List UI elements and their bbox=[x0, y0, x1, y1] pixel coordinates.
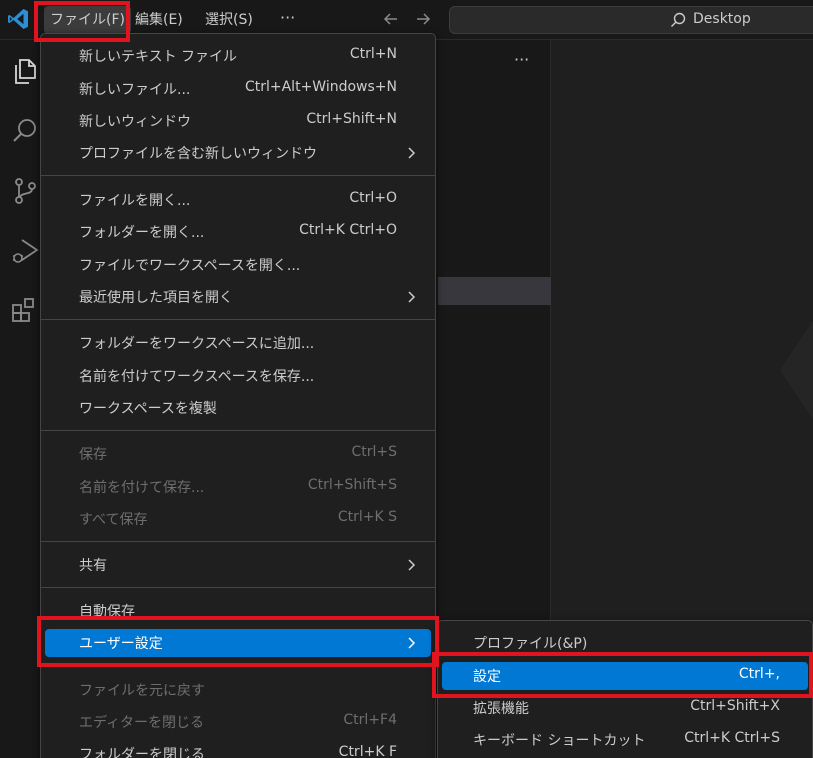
menu-item-open-file[interactable]: ファイルを開く... Ctrl+O bbox=[45, 186, 431, 214]
shortcut-label: Ctrl+K S bbox=[337, 509, 397, 525]
vscode-watermark-icon bbox=[780, 320, 813, 420]
menu-item-new-text-file[interactable]: 新しいテキスト ファイル Ctrl+N bbox=[45, 42, 431, 70]
menu-item-new-window-with-profile[interactable]: プロファイルを含む新しいウィンドウ bbox=[45, 139, 431, 167]
submenu-item-extensions[interactable]: 拡張機能 Ctrl+Shift+X bbox=[442, 694, 808, 722]
menu-item-save[interactable]: 保存 Ctrl+S bbox=[45, 440, 431, 468]
arrow-left-icon[interactable] bbox=[381, 9, 401, 29]
command-center-search[interactable]: Desktop bbox=[449, 6, 813, 34]
search-view-icon[interactable] bbox=[10, 116, 40, 146]
vscode-logo-icon bbox=[8, 9, 28, 29]
shortcut-label: Ctrl+K Ctrl+S bbox=[684, 730, 780, 746]
menu-item-close-editor[interactable]: エディターを閉じる Ctrl+F4 bbox=[45, 708, 431, 736]
menu-item-duplicate-workspace[interactable]: ワークスペースを複製 bbox=[45, 394, 431, 422]
source-control-icon[interactable] bbox=[10, 176, 40, 206]
menu-item-add-folder-to-workspace[interactable]: フォルダーをワークスペースに追加... bbox=[45, 329, 431, 357]
arrow-right-icon[interactable] bbox=[413, 9, 433, 29]
menu-item-open-recent[interactable]: 最近使用した項目を開く bbox=[45, 283, 431, 311]
sidebar-hover-row bbox=[438, 277, 551, 305]
highlight-box-preferences bbox=[37, 616, 439, 667]
menu-item-save-workspace-as[interactable]: 名前を付けてワークスペースを保存... bbox=[45, 362, 431, 390]
menu-item-new-file[interactable]: 新しいファイル... Ctrl+Alt+Windows+N bbox=[45, 75, 431, 103]
menu-item-new-window[interactable]: 新しいウィンドウ Ctrl+Shift+N bbox=[45, 107, 431, 135]
shortcut-label: Ctrl+K Ctrl+O bbox=[299, 222, 397, 238]
run-debug-icon[interactable] bbox=[10, 236, 40, 266]
menu-selection[interactable]: 選択(S) bbox=[199, 6, 259, 34]
menu-item-share[interactable]: 共有 bbox=[45, 551, 431, 579]
chevron-right-icon bbox=[408, 559, 416, 571]
menu-item-open-folder[interactable]: フォルダーを開く... Ctrl+K Ctrl+O bbox=[45, 218, 431, 246]
menu-item-save-as[interactable]: 名前を付けて保存... Ctrl+Shift+S bbox=[45, 473, 431, 501]
extensions-icon[interactable] bbox=[10, 296, 40, 326]
shortcut-label: Ctrl+N bbox=[349, 46, 397, 62]
menu-item-open-workspace-from-file[interactable]: ファイルでワークスペースを開く... bbox=[45, 251, 431, 279]
shortcut-label: Ctrl+S bbox=[351, 444, 397, 460]
chevron-right-icon bbox=[408, 291, 416, 303]
vscode-window: ファイル(F) 編集(E) 選択(S) ··· Desktop ··· 新しいテ… bbox=[0, 0, 813, 758]
menu-separator bbox=[41, 430, 435, 431]
highlight-box-settings bbox=[432, 652, 813, 698]
highlight-box-file-menu bbox=[34, 1, 130, 42]
menu-item-revert-file[interactable]: ファイルを元に戻す bbox=[45, 676, 431, 704]
sidebar-more-button[interactable]: ··· bbox=[514, 50, 529, 69]
shortcut-label: Ctrl+Alt+Windows+N bbox=[244, 79, 397, 95]
menu-item-save-all[interactable]: すべて保存 Ctrl+K S bbox=[45, 505, 431, 533]
menu-separator bbox=[41, 541, 435, 542]
menu-item-close-folder[interactable]: フォルダーを閉じる Ctrl+K F bbox=[45, 740, 431, 758]
submenu-item-keyboard-shortcuts[interactable]: キーボード ショートカット Ctrl+K Ctrl+S bbox=[442, 726, 808, 754]
shortcut-label: Ctrl+Shift+N bbox=[306, 111, 397, 127]
shortcut-label: Ctrl+Shift+S bbox=[307, 477, 397, 493]
shortcut-label: Ctrl+K F bbox=[338, 744, 397, 758]
shortcut-label: Ctrl+F4 bbox=[343, 712, 397, 728]
chevron-right-icon bbox=[408, 147, 416, 159]
search-icon bbox=[671, 12, 686, 27]
menu-separator bbox=[41, 587, 435, 588]
shortcut-label: Ctrl+O bbox=[349, 190, 397, 206]
menu-edit[interactable]: 編集(E) bbox=[129, 6, 189, 34]
menu-more-button[interactable]: ··· bbox=[280, 6, 295, 34]
explorer-icon[interactable] bbox=[10, 56, 40, 86]
shortcut-label: Ctrl+Shift+X bbox=[690, 698, 780, 714]
menu-separator bbox=[41, 175, 435, 176]
search-text: Desktop bbox=[693, 11, 751, 27]
menu-separator bbox=[41, 319, 435, 320]
